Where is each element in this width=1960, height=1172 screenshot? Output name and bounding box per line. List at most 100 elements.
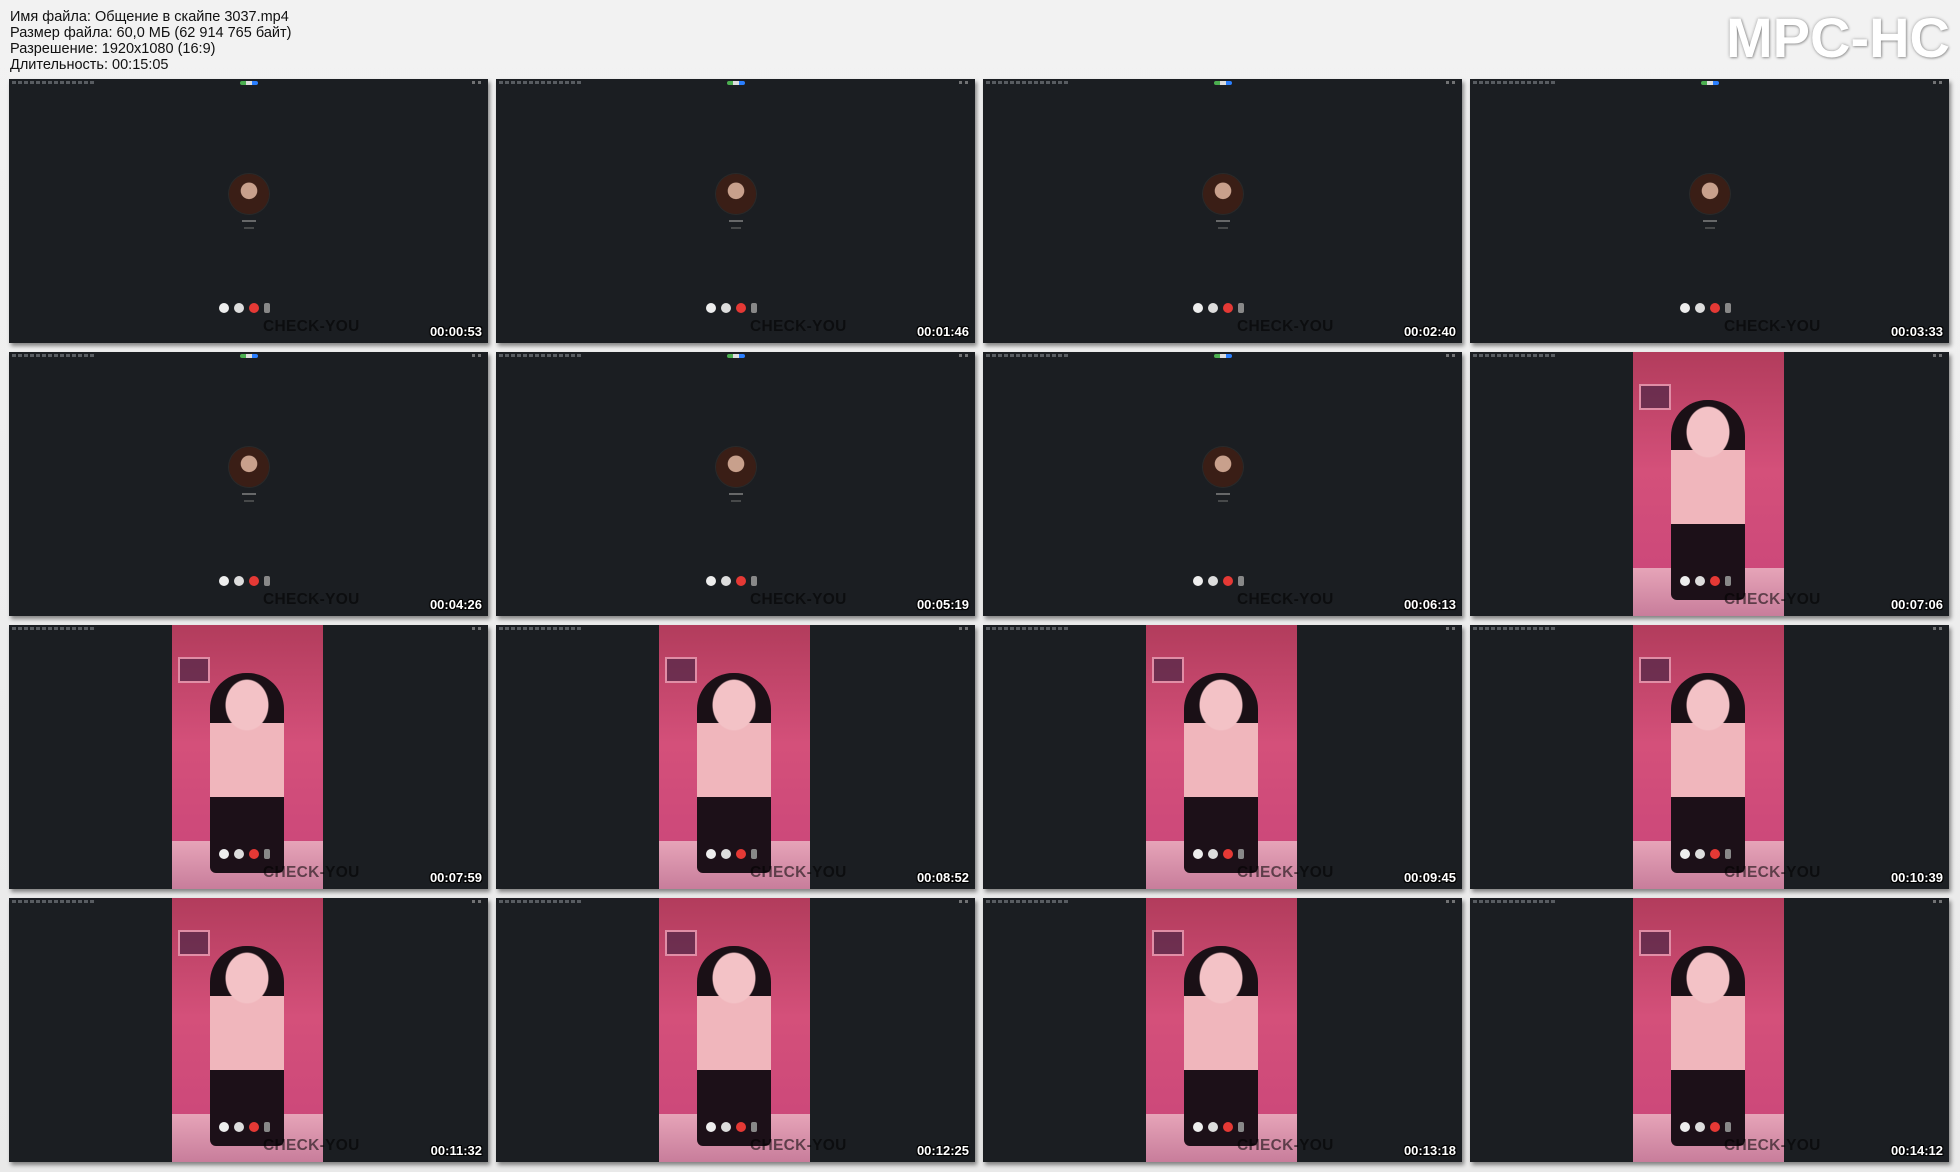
- titlebar-text: [12, 627, 94, 630]
- call-controls: [1193, 1122, 1253, 1134]
- person: [1671, 946, 1745, 1146]
- call-status-placeholder: [730, 227, 741, 229]
- end-call-icon: [736, 849, 746, 859]
- person: [1671, 673, 1745, 873]
- thumbnail[interactable]: CHECK-YOU 00:09:45: [983, 625, 1462, 889]
- mic-icon: [1193, 303, 1203, 313]
- watermark: CHECK-YOU: [263, 318, 360, 335]
- titlebar-text: [12, 354, 94, 357]
- more-icon: [264, 303, 270, 313]
- call-controls: [219, 303, 279, 315]
- thumbnail[interactable]: CHECK-YOU 00:08:52: [496, 625, 975, 889]
- timestamp: 00:13:18: [1403, 1143, 1456, 1158]
- titlebar-text: [499, 627, 581, 630]
- camera-icon: [1208, 303, 1218, 313]
- thumbnail[interactable]: CHECK-YOU 00:02:40: [983, 79, 1462, 343]
- wall-poster: [178, 657, 210, 683]
- timestamp: 00:08:52: [916, 870, 969, 885]
- more-icon: [1238, 303, 1244, 313]
- thumbnail[interactable]: CHECK-YOU 00:05:19: [496, 352, 975, 616]
- status-icons: [1213, 354, 1232, 358]
- mic-icon: [219, 849, 229, 859]
- thumbnail[interactable]: CHECK-YOU 00:04:26: [9, 352, 488, 616]
- wall-poster: [1639, 384, 1671, 410]
- skype-window-titlebar: [496, 352, 975, 359]
- window-buttons-icon: [1933, 354, 1945, 357]
- thumbnail[interactable]: CHECK-YOU 00:14:12: [1470, 898, 1949, 1162]
- thumbnail[interactable]: CHECK-YOU 00:11:32: [9, 898, 488, 1162]
- watermark: CHECK-YOU: [750, 1137, 847, 1154]
- call-status-placeholder: [1217, 227, 1228, 229]
- thumbnail[interactable]: CHECK-YOU 00:06:13: [983, 352, 1462, 616]
- call-controls: [1193, 849, 1253, 861]
- call-controls: [219, 849, 279, 861]
- contact-name-placeholder: [1215, 493, 1230, 495]
- camera-icon: [1695, 849, 1705, 859]
- mic-icon: [1193, 849, 1203, 859]
- status-icons: [726, 354, 745, 358]
- contact-avatar: [715, 174, 756, 214]
- mic-icon: [219, 576, 229, 586]
- mic-icon: [1193, 1122, 1203, 1132]
- window-buttons-icon: [959, 900, 971, 903]
- camera-icon: [721, 849, 731, 859]
- skype-window-titlebar: [9, 79, 488, 86]
- thumbnail[interactable]: CHECK-YOU 00:10:39: [1470, 625, 1949, 889]
- file-info: Имя файла: Общение в скайпе 3037.mp4 Раз…: [10, 9, 291, 73]
- thumbnail[interactable]: CHECK-YOU 00:01:46: [496, 79, 975, 343]
- watermark: CHECK-YOU: [750, 864, 847, 881]
- wall-poster: [1152, 657, 1184, 683]
- window-buttons-icon: [959, 81, 971, 84]
- end-call-icon: [249, 576, 259, 586]
- thumbnail[interactable]: CHECK-YOU 00:07:06: [1470, 352, 1949, 616]
- timestamp: 00:00:53: [429, 324, 482, 339]
- timestamp: 00:07:06: [1890, 597, 1943, 612]
- call-controls: [219, 1122, 279, 1134]
- call-controls: [1680, 303, 1740, 315]
- window-buttons-icon: [959, 627, 971, 630]
- end-call-icon: [1710, 303, 1720, 313]
- end-call-icon: [1710, 576, 1720, 586]
- camera-icon: [721, 303, 731, 313]
- thumbnail[interactable]: CHECK-YOU 00:07:59: [9, 625, 488, 889]
- window-buttons-icon: [472, 900, 484, 903]
- contact-name-placeholder: [241, 220, 256, 222]
- window-buttons-icon: [1446, 354, 1458, 357]
- more-icon: [1238, 849, 1244, 859]
- end-call-icon: [1223, 576, 1233, 586]
- window-buttons-icon: [959, 354, 971, 357]
- contact-name-placeholder: [728, 220, 743, 222]
- mic-icon: [706, 303, 716, 313]
- titlebar-text: [499, 354, 581, 357]
- end-call-icon: [1223, 849, 1233, 859]
- contact-avatar: [1689, 174, 1730, 214]
- mic-icon: [219, 1122, 229, 1132]
- mic-icon: [706, 849, 716, 859]
- contact-name-placeholder: [1702, 220, 1717, 222]
- titlebar-text: [12, 81, 94, 84]
- titlebar-text: [12, 900, 94, 903]
- camera-icon: [234, 303, 244, 313]
- window-buttons-icon: [1933, 900, 1945, 903]
- more-icon: [1725, 303, 1731, 313]
- skype-window-titlebar: [1470, 79, 1949, 86]
- call-status-placeholder: [243, 500, 254, 502]
- person: [697, 673, 771, 873]
- thumbnail[interactable]: CHECK-YOU 00:03:33: [1470, 79, 1949, 343]
- skype-window-titlebar: [496, 79, 975, 86]
- end-call-icon: [249, 1122, 259, 1132]
- thumbnail[interactable]: CHECK-YOU 00:13:18: [983, 898, 1462, 1162]
- camera-icon: [1208, 849, 1218, 859]
- person: [697, 946, 771, 1146]
- thumbnail[interactable]: CHECK-YOU 00:12:25: [496, 898, 975, 1162]
- contact-avatar: [1202, 447, 1243, 487]
- contact-name-placeholder: [241, 493, 256, 495]
- window-buttons-icon: [1446, 81, 1458, 84]
- watermark: CHECK-YOU: [750, 318, 847, 335]
- more-icon: [751, 849, 757, 859]
- mic-icon: [219, 303, 229, 313]
- more-icon: [264, 576, 270, 586]
- window-buttons-icon: [1446, 900, 1458, 903]
- watermark: CHECK-YOU: [263, 1137, 360, 1154]
- thumbnail[interactable]: CHECK-YOU 00:00:53: [9, 79, 488, 343]
